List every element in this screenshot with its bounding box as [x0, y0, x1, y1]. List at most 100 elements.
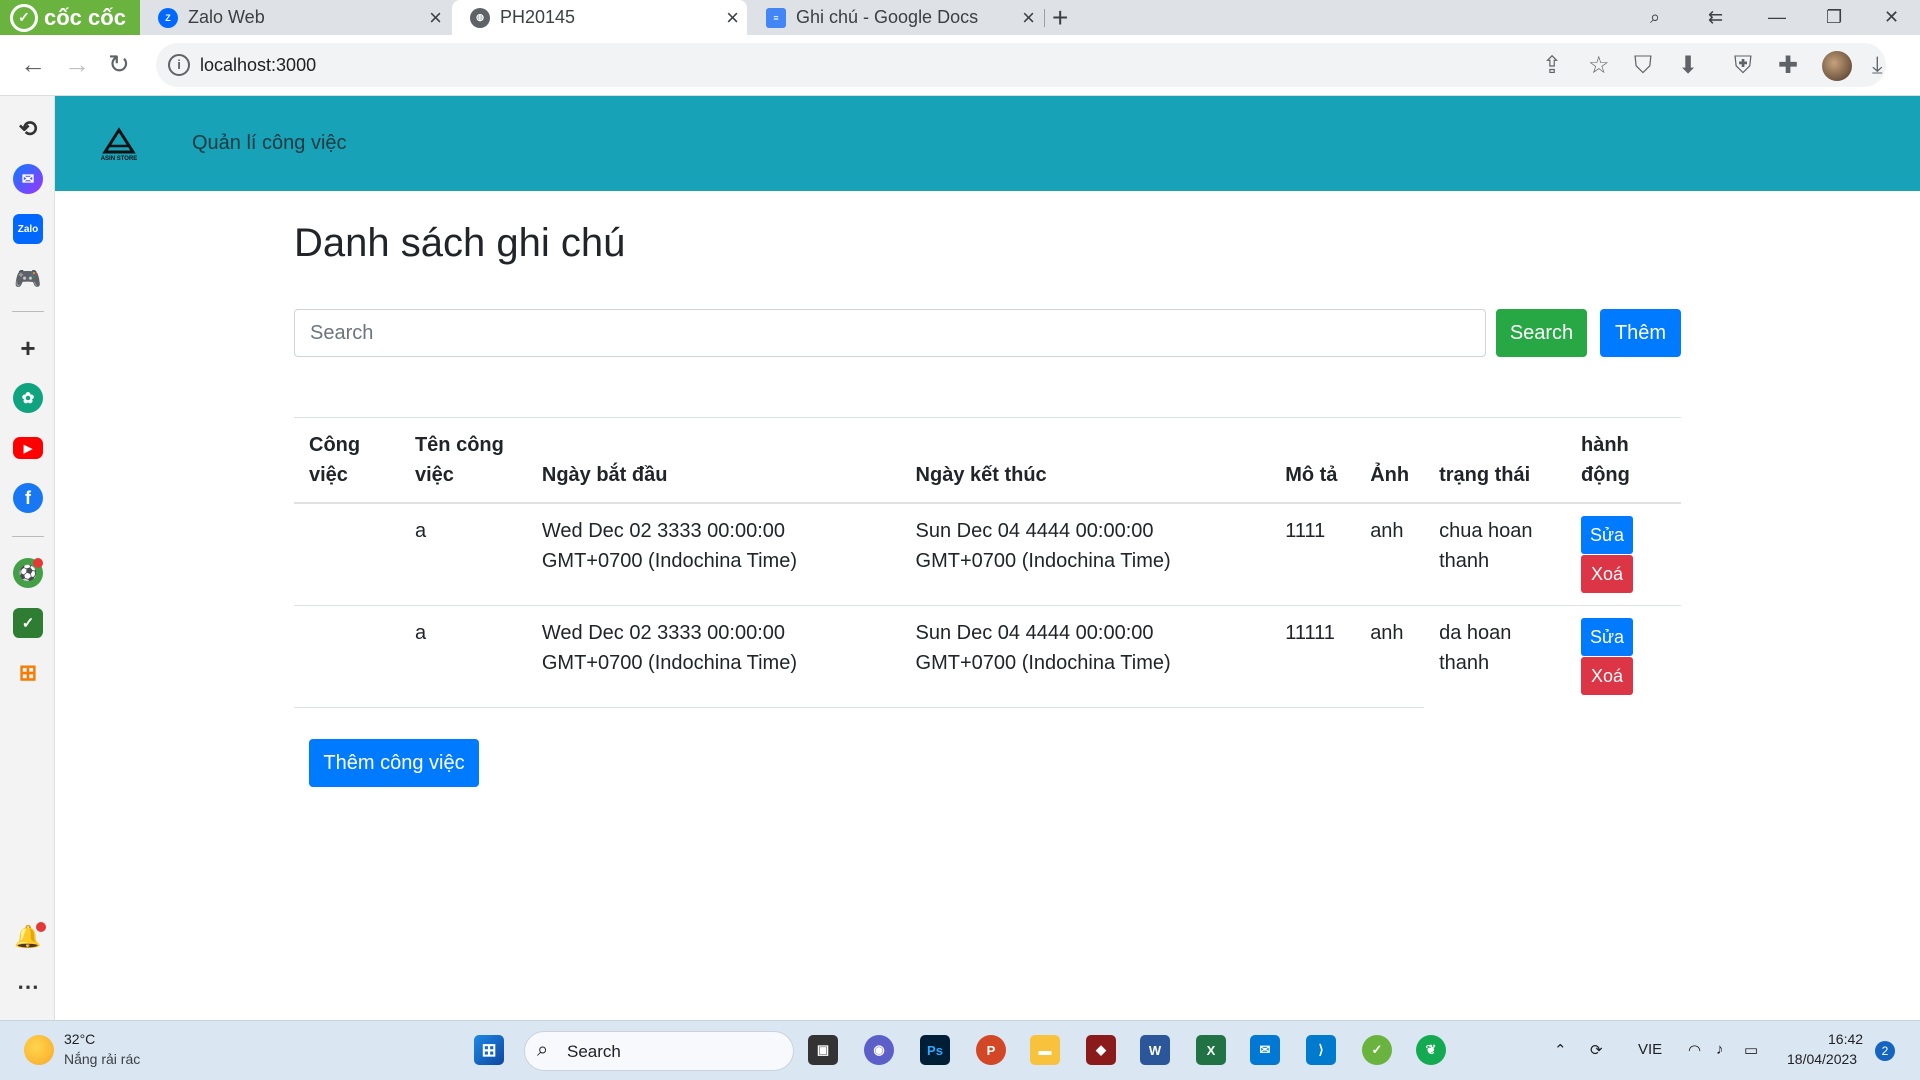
mongodb-compass-icon[interactable]: ❦: [1416, 1035, 1446, 1065]
search-input[interactable]: [294, 309, 1486, 357]
column-header: Tên công việc: [399, 417, 527, 504]
weather-description[interactable]: Nắng rải rác: [64, 1051, 140, 1067]
sidebar-separator: [12, 311, 44, 312]
cell-description: 11111: [1270, 605, 1356, 708]
delete-button[interactable]: Xoá: [1580, 657, 1633, 695]
close-tab-icon[interactable]: ×: [726, 5, 739, 31]
minimize-button[interactable]: —: [1768, 0, 1786, 35]
taskbar-search-label: Search: [567, 1042, 621, 1061]
column-header: Công việc: [294, 417, 400, 504]
notification-dot: [36, 922, 46, 932]
cell-end-date: Sun Dec 04 4444 00:00:00 GMT+0700 (Indoc…: [900, 605, 1271, 708]
maximize-button[interactable]: ❐: [1826, 0, 1842, 35]
more-options-icon[interactable]: ⋯: [13, 972, 43, 1002]
notification-count-badge[interactable]: 2: [1875, 1041, 1895, 1061]
windows-start-icon[interactable]: ⊞: [474, 1035, 504, 1065]
facebook-icon[interactable]: f: [13, 483, 43, 513]
coccoc-logo-icon: ✓: [10, 3, 38, 32]
excel-icon[interactable]: X: [1196, 1035, 1226, 1065]
page-title: Danh sách ghi chú: [294, 221, 626, 265]
back-arrow-icon[interactable]: ←: [20, 49, 46, 79]
add-sidebar-app-icon[interactable]: +: [13, 333, 43, 363]
column-header: Ngày kết thúc: [900, 417, 1271, 504]
app-navbar: ASIN STORE Quản lí công việc: [55, 96, 1920, 191]
profile-avatar[interactable]: [1822, 51, 1852, 81]
edit-button[interactable]: Sửa: [1580, 618, 1633, 656]
close-window-button[interactable]: ✕: [1884, 0, 1899, 35]
tab-search-icon[interactable]: ⌕: [1650, 0, 1660, 35]
security-shield-icon[interactable]: ✓: [13, 608, 43, 638]
tab-title: Zalo Web: [188, 7, 265, 27]
site-info-icon[interactable]: i: [168, 54, 190, 76]
address-bar[interactable]: i localhost:3000: [156, 43, 1886, 87]
column-header: Mô tả: [1270, 417, 1356, 504]
powerpoint-icon[interactable]: P: [976, 1035, 1006, 1065]
tasks-table-wrapper: Công việc Tên công việc Ngày bắt đầu Ngà…: [294, 417, 1681, 708]
messenger-icon[interactable]: ✉: [13, 164, 43, 194]
globe-icon: ◍: [470, 7, 490, 28]
game-app-icon[interactable]: ◆: [1086, 1035, 1116, 1065]
shopping-icon[interactable]: ⊞: [13, 658, 43, 688]
cell-name: a: [399, 502, 527, 606]
clock-date[interactable]: 18/04/2023: [1787, 1051, 1857, 1067]
weather-temperature[interactable]: 32°C: [64, 1031, 95, 1047]
sync-icon[interactable]: ⟳: [1590, 1041, 1603, 1059]
gamepad-icon[interactable]: 🎮: [13, 264, 43, 294]
tab-google-docs[interactable]: ≡ Ghi chú - Google Docs ×: [748, 0, 1043, 35]
chatgpt-icon[interactable]: ✿: [13, 383, 43, 413]
new-tab-button[interactable]: +: [1052, 0, 1068, 35]
add-button[interactable]: Thêm: [1600, 309, 1681, 357]
weather-sun-icon[interactable]: [24, 1035, 54, 1065]
zalo-icon: Z: [158, 7, 178, 28]
zalo-sidebar-icon[interactable]: Zalo: [13, 214, 43, 244]
wifi-icon[interactable]: ◠: [1688, 1041, 1701, 1059]
share-icon[interactable]: ⇪: [1542, 53, 1562, 79]
shield-icon[interactable]: ⛉: [1634, 53, 1652, 79]
file-explorer-icon[interactable]: ▬: [1030, 1035, 1060, 1065]
cell-start-date: Wed Dec 02 3333 00:00:00 GMT+0700 (Indoc…: [526, 502, 901, 606]
task-view-icon[interactable]: ▣: [808, 1035, 838, 1065]
teams-chat-icon[interactable]: ◉: [864, 1035, 894, 1065]
reload-icon[interactable]: ↻: [108, 49, 130, 79]
google-docs-icon: ≡: [766, 7, 786, 28]
url-text: localhost:3000: [200, 55, 317, 75]
cell-image: anh: [1355, 502, 1425, 606]
forward-arrow-icon[interactable]: →: [64, 49, 90, 79]
close-tab-icon[interactable]: ×: [1022, 5, 1035, 31]
taskbar-search[interactable]: ⌕ Search: [524, 1031, 794, 1071]
browser-sidebar: ⟲ ✉ Zalo 🎮 + ✿ ▶ f ⚽ ✓ ⊞ 🔔 ⋯: [0, 96, 55, 1020]
coccoc-menu-button[interactable]: ✓ cốc cốc: [0, 0, 140, 35]
tray-overflow-chevron-icon[interactable]: ⌃: [1554, 1041, 1567, 1059]
close-tab-icon[interactable]: ×: [429, 5, 442, 31]
cell-actions: Sửa Xoá: [1565, 605, 1681, 707]
mail-icon[interactable]: ✉: [1250, 1035, 1280, 1065]
column-header: Ảnh: [1355, 417, 1425, 504]
tab-ph20145[interactable]: ◍ PH20145 ×: [452, 0, 747, 35]
coccoc-taskbar-icon[interactable]: ✓: [1362, 1035, 1392, 1065]
adblock-icon[interactable]: ⛨: [1734, 53, 1752, 79]
bookmark-star-icon[interactable]: ☆: [1588, 53, 1610, 79]
volume-icon[interactable]: ♪: [1716, 1041, 1724, 1058]
clock-time[interactable]: 16:42: [1828, 1031, 1863, 1047]
cell-end-date: Sun Dec 04 4444 00:00:00 GMT+0700 (Indoc…: [900, 502, 1271, 606]
browser-toolbar: ← → ↻ i localhost:3000 ⇪ ☆ ⛉ ⬇ ⛨ ✚ ⤓: [0, 35, 1920, 96]
youtube-icon[interactable]: ▶: [13, 437, 43, 459]
edit-button[interactable]: Sửa: [1580, 516, 1633, 554]
back-forward-cache-icon[interactable]: ⇇: [1708, 0, 1723, 35]
language-indicator[interactable]: VIE: [1638, 1041, 1662, 1058]
photoshop-icon[interactable]: Ps: [920, 1035, 950, 1065]
asin-store-logo[interactable]: ASIN STORE: [93, 126, 145, 162]
download-box-icon[interactable]: ⬇: [1678, 53, 1698, 79]
extensions-puzzle-icon[interactable]: ✚: [1778, 53, 1798, 79]
battery-icon[interactable]: ▭: [1744, 1041, 1758, 1059]
word-icon[interactable]: W: [1140, 1035, 1170, 1065]
nav-link-task-management[interactable]: Quản lí công việc: [192, 132, 347, 155]
notification-dot: [33, 558, 43, 568]
vscode-icon[interactable]: ⟩: [1306, 1035, 1336, 1065]
add-task-button[interactable]: Thêm công việc: [309, 739, 479, 787]
delete-button[interactable]: Xoá: [1580, 555, 1633, 593]
tab-zalo-web[interactable]: Z Zalo Web ×: [140, 0, 450, 35]
history-icon[interactable]: ⟲: [13, 114, 43, 144]
search-button[interactable]: Search: [1496, 309, 1587, 357]
downloads-icon[interactable]: ⤓: [1872, 53, 1883, 79]
